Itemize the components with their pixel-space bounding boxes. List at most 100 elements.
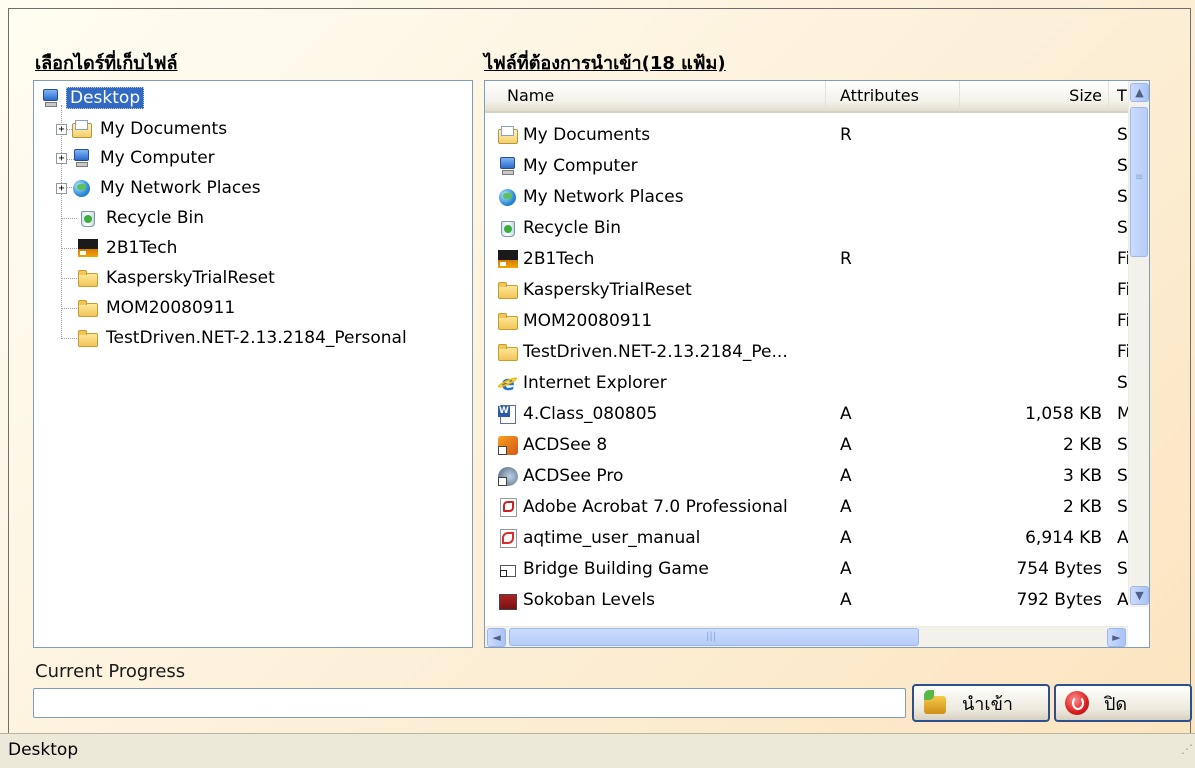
internet-explorer-icon — [497, 371, 519, 393]
tree-line — [61, 278, 77, 279]
tree-item-label: 2B1Tech — [106, 238, 178, 258]
list-item[interactable]: KasperskyTrialResetFil — [485, 274, 1131, 306]
list-item[interactable]: Bridge Building GameA754 BytesSh — [485, 553, 1131, 585]
resize-grip-icon[interactable]: ⋰ — [1181, 733, 1193, 766]
horizontal-scroll-thumb[interactable]: ||| — [509, 628, 919, 646]
file-attributes — [840, 367, 900, 399]
list-item[interactable]: My ComputerSy — [485, 150, 1131, 182]
vertical-scrollbar[interactable]: ▲ ≡ ▼ — [1128, 81, 1149, 607]
shortcut-icon — [497, 559, 519, 579]
tree-item-my-computer[interactable]: + My Computer — [56, 144, 218, 172]
file-size: 1,058 KB — [1025, 404, 1102, 424]
folder-icon — [77, 298, 99, 318]
file-attributes: R — [840, 125, 852, 145]
list-item[interactable]: TestDriven.NET-2.13.2184_Pe...Fil — [485, 336, 1131, 368]
file-size — [965, 305, 1102, 337]
close-button-label: ปิด — [1104, 693, 1128, 715]
file-size — [965, 119, 1102, 151]
list-item[interactable]: aqtime_user_manualA6,914 KBAc — [485, 522, 1131, 554]
file-name: My Computer — [523, 156, 638, 176]
expand-toggle[interactable]: + — [56, 182, 67, 194]
column-header-size[interactable]: Size — [960, 81, 1109, 111]
list-item[interactable]: Internet ExplorerSy — [485, 367, 1131, 399]
tree-line — [61, 218, 77, 219]
file-name: My Documents — [523, 125, 651, 145]
file-size: 6,914 KB — [1025, 528, 1102, 548]
scroll-down-button[interactable]: ▼ — [1130, 586, 1149, 605]
2b1tech-icon — [77, 238, 99, 258]
file-list-heading: ไฟล์ที่ต้องการนำเข้า(18 แฟ้ม) — [484, 53, 726, 74]
horizontal-scrollbar[interactable]: ◄ ||| ► — [485, 626, 1128, 647]
list-item[interactable]: My Network PlacesSy — [485, 181, 1131, 213]
file-size: 754 Bytes — [1016, 559, 1102, 579]
tree-item-mom20080911[interactable]: MOM20080911 — [77, 294, 238, 322]
progress-label: Current Progress — [35, 661, 186, 682]
file-name-cell: My Network Places — [497, 181, 827, 213]
file-name: ACDSee Pro — [523, 466, 624, 486]
progress-bar — [33, 688, 906, 718]
list-item[interactable]: ACDSee ProA3 KBSh — [485, 460, 1131, 492]
expand-toggle[interactable]: + — [56, 123, 67, 135]
tree-item-my-documents[interactable]: + My Documents — [56, 115, 230, 143]
tree-item-desktop[interactable]: Desktop — [40, 84, 145, 112]
file-size — [965, 367, 1102, 399]
file-name-cell: My Documents — [497, 119, 827, 151]
file-size: 2 KB — [1062, 435, 1102, 455]
scroll-left-button[interactable]: ◄ — [487, 628, 506, 647]
list-item[interactable]: 2B1TechRFil — [485, 243, 1131, 275]
file-attributes: R — [840, 249, 852, 269]
file-attributes — [840, 212, 900, 244]
acdsee-pro-icon — [497, 466, 519, 486]
import-button-label: นำเข้า — [962, 693, 1013, 715]
column-header-type[interactable]: T — [1109, 81, 1129, 111]
tree-item-testdriven[interactable]: TestDriven.NET-2.13.2184_Personal — [77, 324, 410, 352]
file-name-cell: Internet Explorer — [497, 367, 827, 399]
file-size — [965, 336, 1102, 368]
tree-item-recycle-bin[interactable]: Recycle Bin — [77, 204, 207, 232]
file-name: KasperskyTrialReset — [523, 280, 692, 300]
file-name: 2B1Tech — [523, 249, 595, 269]
expand-toggle[interactable]: + — [56, 152, 67, 164]
file-list-panel[interactable]: Name Attributes Size T My DocumentsRSyMy… — [484, 80, 1150, 648]
list-item[interactable]: ACDSee 8A2 KBSh — [485, 429, 1131, 461]
computer-icon — [497, 156, 519, 176]
tree-item-kasperskytrialreset[interactable]: KasperskyTrialReset — [77, 264, 278, 292]
file-name: MOM20080911 — [523, 311, 653, 331]
file-attributes: A — [840, 559, 852, 579]
list-item[interactable]: 4.Class_080805A1,058 KBM — [485, 398, 1131, 430]
list-item[interactable]: Recycle BinSy — [485, 212, 1131, 244]
file-name: ACDSee 8 — [523, 435, 608, 455]
power-icon — [1064, 690, 1090, 716]
file-name-cell: ACDSee 8 — [497, 429, 827, 461]
close-button[interactable]: ปิด — [1054, 684, 1192, 722]
list-item[interactable]: MOM20080911Fil — [485, 305, 1131, 337]
column-header-name[interactable]: Name — [485, 81, 826, 111]
file-size — [965, 243, 1102, 275]
tree-item-2b1tech[interactable]: 2B1Tech — [77, 234, 180, 262]
tree-item-label: My Computer — [100, 148, 215, 168]
tree-line — [61, 308, 77, 309]
computer-icon — [71, 148, 93, 168]
column-header-attributes[interactable]: Attributes — [826, 81, 960, 111]
import-button[interactable]: นำเข้า — [912, 684, 1050, 722]
file-name: Bridge Building Game — [523, 559, 709, 579]
file-name: TestDriven.NET-2.13.2184_Pe... — [523, 342, 788, 362]
file-name: Recycle Bin — [523, 218, 622, 238]
folder-tree-panel[interactable]: Desktop + My Documents + My Computer + M… — [33, 80, 473, 648]
file-size — [965, 274, 1102, 306]
file-name: My Network Places — [523, 187, 684, 207]
list-item[interactable]: Sokoban LevelsA792 BytesAc — [485, 584, 1131, 616]
file-size: 792 Bytes — [1016, 590, 1102, 610]
file-name-cell: MOM20080911 — [497, 305, 827, 337]
list-item[interactable]: My DocumentsRSy — [485, 119, 1131, 151]
tree-item-my-network-places[interactable]: + My Network Places — [56, 174, 264, 202]
scroll-up-button[interactable]: ▲ — [1130, 83, 1149, 102]
list-item[interactable]: Adobe Acrobat 7.0 ProfessionalA2 KBSh — [485, 491, 1131, 523]
file-name: Sokoban Levels — [523, 590, 655, 610]
file-size — [965, 212, 1102, 244]
file-name-cell: Adobe Acrobat 7.0 Professional — [497, 491, 827, 523]
status-bar: Desktop ⋰ — [0, 733, 1195, 768]
tree-item-label: Desktop — [66, 87, 145, 109]
vertical-scroll-thumb[interactable]: ≡ — [1130, 107, 1148, 257]
scroll-right-button[interactable]: ► — [1107, 628, 1126, 647]
